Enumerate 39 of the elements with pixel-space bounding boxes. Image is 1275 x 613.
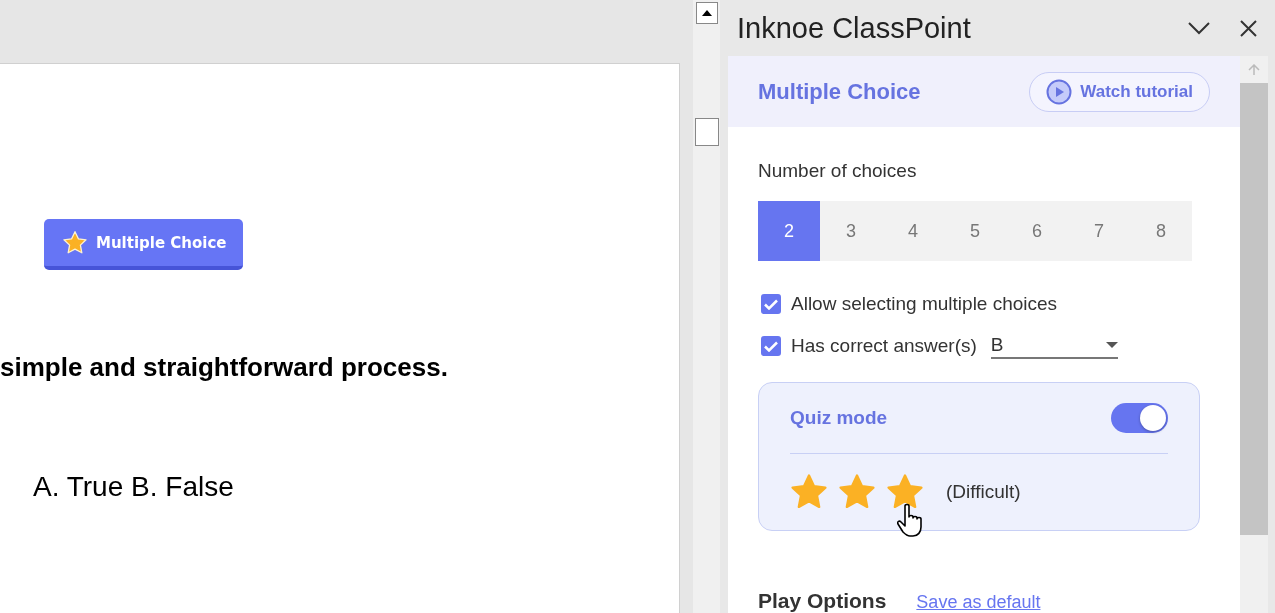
choice-count-option[interactable]: 5 xyxy=(944,201,1006,261)
choice-count-option[interactable]: 6 xyxy=(1006,201,1068,261)
star-icon[interactable] xyxy=(790,474,828,510)
scroll-up-button[interactable] xyxy=(695,2,718,24)
difficulty-label: (Difficult) xyxy=(946,481,1021,503)
scrollbar-thumb[interactable] xyxy=(1240,83,1268,535)
answer-options-text: A. True B. False xyxy=(33,471,235,503)
panel-title: Inknoe ClassPoint xyxy=(737,11,972,45)
close-button[interactable] xyxy=(1240,19,1257,37)
option-label: Has correct answer(s) xyxy=(791,335,977,357)
choice-count-option[interactable]: 8 xyxy=(1130,201,1192,261)
choices-label: Number of choices xyxy=(758,160,918,182)
caret-down-icon xyxy=(1105,342,1118,348)
hand-cursor-icon xyxy=(897,503,925,537)
section-title: Multiple Choice xyxy=(758,78,921,105)
choice-count-option[interactable]: 3 xyxy=(820,201,882,261)
checkbox[interactable] xyxy=(761,336,781,356)
chevron-down-icon xyxy=(1188,21,1210,35)
badge-label: Multiple Choice xyxy=(96,233,227,252)
choice-count-option[interactable]: 4 xyxy=(882,201,944,261)
collapse-button[interactable] xyxy=(1188,21,1210,35)
watch-tutorial-button[interactable]: Watch tutorial xyxy=(1029,71,1210,112)
choice-count-option[interactable]: 7 xyxy=(1068,201,1130,261)
star-icon[interactable] xyxy=(838,474,876,510)
star-icon[interactable] xyxy=(886,474,924,510)
choice-count-option[interactable]: 2 xyxy=(758,201,820,261)
answer-dropdown[interactable]: B xyxy=(990,333,1118,359)
play-icon xyxy=(1046,78,1073,105)
play-options-heading: Play Options xyxy=(758,589,887,613)
option-label: Allow selecting multiple choices xyxy=(791,293,1058,315)
quiz-mode-toggle[interactable] xyxy=(1111,403,1168,433)
star-icon xyxy=(62,230,88,255)
close-icon xyxy=(1240,19,1257,37)
question-text: simple and straightforward process. xyxy=(0,352,449,383)
up-triangle-icon xyxy=(701,10,712,16)
save-as-default-link[interactable]: Save as default xyxy=(916,592,1041,613)
checkbox[interactable] xyxy=(761,294,781,314)
scrollbar-thumb[interactable] xyxy=(694,118,719,146)
quiz-mode-label: Quiz mode xyxy=(790,407,888,429)
